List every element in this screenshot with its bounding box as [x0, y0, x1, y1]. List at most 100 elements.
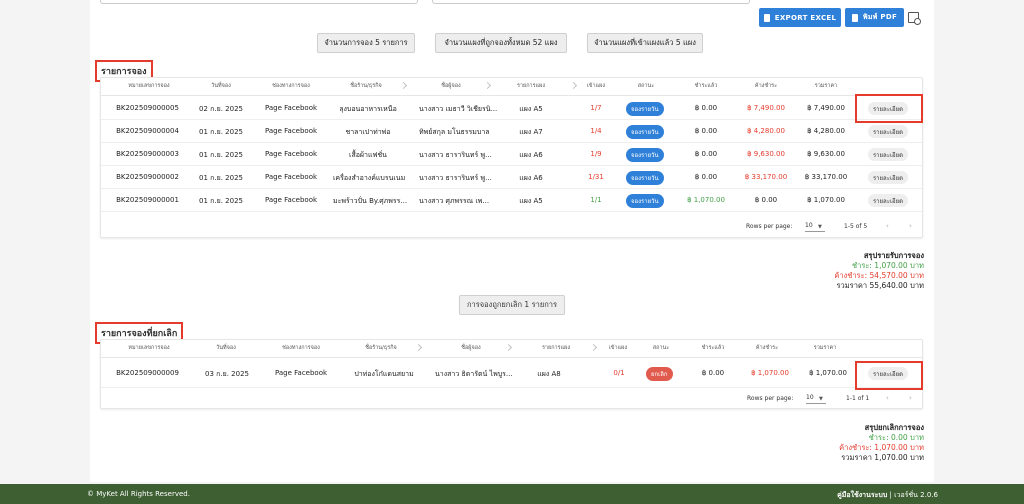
totals-paid: ชำระ: 0.00 บาท [868, 433, 924, 442]
detail-button[interactable]: รายละเอียด [868, 194, 908, 207]
detail-highlight-box [855, 94, 923, 123]
paid-cell: ฿ 0.00 [701, 369, 725, 377]
col-status[interactable]: สถานะ [641, 344, 681, 352]
booking-id-cell: BK202509000004 [116, 127, 179, 135]
stall-total-button[interactable]: จำนวนแผงที่ถูกจองทั้งหมด 52 แผง [435, 33, 567, 53]
top-filter-input-right[interactable] [432, 0, 750, 4]
date-cell: 03 ก.ย. 2025 [205, 370, 249, 378]
prev-page-icon[interactable]: ‹ [886, 222, 889, 230]
resize-handle-icon[interactable] [483, 81, 492, 90]
top-filter-input-left[interactable] [100, 0, 418, 4]
rows-per-page-select[interactable]: 10 [806, 393, 826, 404]
detail-button[interactable]: รายละเอียด [868, 148, 908, 161]
resize-handle-icon[interactable] [589, 343, 598, 352]
next-page-icon[interactable]: › [909, 222, 912, 230]
shop-cell: ลุงบอนอาหารเหนือ [339, 105, 397, 113]
col-paid[interactable]: ชำระแล้ว [686, 82, 726, 90]
table-row[interactable]: BK202509000004 01 ก.ย. 2025 Page Facebook ช… [101, 120, 922, 143]
checkin-cell: 1/31 [588, 173, 604, 181]
booking-count-button[interactable]: จำนวนการจอง 5 รายการ [317, 33, 415, 53]
booker-cell: นางสาว ธารารินทร์ พู... [419, 174, 492, 182]
status-badge: จองรายวัน [626, 148, 664, 162]
resize-handle-icon[interactable] [414, 343, 423, 352]
col-date[interactable]: วันที่จอง [201, 82, 241, 90]
total-cell: ฿ 1,070.00 [809, 369, 847, 377]
stall-cell: แผง A5 [519, 197, 543, 205]
col-booker[interactable]: ชื่อผู้จอง [421, 82, 481, 90]
cancelled-count-button[interactable]: การจองถูกยกเลิก 1 รายการ [459, 295, 565, 315]
stall-checkin-button[interactable]: จำนวนแผงที่เข้าแผงแล้ว 5 แผง [587, 33, 703, 53]
cancelled-table: หมายเลขการจอง วันที่จอง ช่องทางการจอง ชื… [100, 339, 923, 409]
date-cell: 01 ก.ย. 2025 [199, 151, 243, 159]
table-row[interactable]: BK202509000003 01 ก.ย. 2025 Page Facebook เ… [101, 143, 922, 166]
col-checkin[interactable]: เข้าแผง [603, 344, 633, 352]
owe-cell: ฿ 4,280.00 [747, 127, 785, 135]
prev-page-icon[interactable]: ‹ [886, 394, 889, 402]
booking-id-cell: BK202509000003 [116, 150, 179, 158]
col-channel[interactable]: ช่องทางการจอง [261, 82, 321, 90]
document-icon [851, 13, 858, 22]
col-shop[interactable]: ชื่อร้าน/ธุรกิจ [351, 344, 411, 352]
stall-cell: แผง A6 [519, 151, 543, 159]
detail-button[interactable]: รายละเอียด [868, 125, 908, 138]
table-row[interactable]: BK202509000001 01 ก.ย. 2025 Page Facebook ม… [101, 189, 922, 212]
export-excel-button[interactable]: EXPORT EXCEL [759, 8, 841, 27]
col-stall[interactable]: รายการแผง [506, 82, 556, 90]
col-shop[interactable]: ชื่อร้าน/ธุรกิจ [336, 82, 396, 90]
col-owe[interactable]: ค้างชำระ [747, 344, 787, 352]
print-pdf-button[interactable]: พิมพ์ PDF [845, 8, 904, 27]
table-row[interactable]: BK202509000009 03 ก.ย. 2025 Page Facebook ป… [101, 359, 922, 388]
col-booker[interactable]: ชื่อผู้จอง [441, 344, 501, 352]
col-owe[interactable]: ค้างชำระ [746, 82, 786, 90]
cancelled-pagination: Rows per page: 10 ▼ 1-1 of 1 ‹ › [101, 388, 922, 410]
rows-per-page-select[interactable]: 10 [805, 221, 825, 232]
booking-id-cell: BK202509000001 [116, 196, 179, 204]
channel-cell: Page Facebook [264, 150, 318, 158]
shop-cell: เครื่องสำอางค์แบรนเนม [333, 174, 406, 182]
col-status[interactable]: สถานะ [626, 82, 666, 90]
col-total[interactable]: รวมราคา [805, 344, 845, 352]
total-cell: ฿ 4,280.00 [807, 127, 845, 135]
bookings-pagination: Rows per page: 10 ▼ 1-5 of 5 ‹ › [101, 216, 922, 238]
bookings-table: หมายเลขการจอง วันที่จอง ช่องทางการจอง ชื… [100, 77, 923, 238]
checkin-cell: 1/7 [590, 104, 602, 112]
rows-per-page-label: Rows per page: [747, 395, 794, 402]
table-header: หมายเลขการจอง วันที่จอง ช่องทางการจอง ชื… [101, 340, 922, 358]
manual-link[interactable]: คู่มือใช้งานระบบ [837, 491, 887, 499]
next-page-icon[interactable]: › [909, 394, 912, 402]
detail-highlight-box [855, 361, 923, 390]
resize-handle-icon[interactable] [569, 81, 578, 90]
chevron-down-icon: ▼ [819, 396, 823, 402]
totals-heading: สรุปรายรับการจอง [863, 251, 924, 260]
stall-cell: แผง A5 [519, 105, 543, 113]
channel-cell: Page Facebook [264, 196, 318, 204]
channel-cell: Page Facebook [274, 369, 328, 377]
footer: © MyKet All Rights Reserved. คู่มือใช้งา… [0, 484, 1024, 504]
col-checkin[interactable]: เข้าแผง [581, 82, 611, 90]
owe-cell: ฿ 1,070.00 [751, 369, 789, 377]
footer-right: คู่มือใช้งานระบบ | เวอร์ชั่น 2.0.6 [837, 490, 938, 501]
booking-id-cell: BK202509000002 [116, 173, 179, 181]
col-total[interactable]: รวมราคา [806, 82, 846, 90]
col-stall[interactable]: รายการแผง [531, 344, 581, 352]
checkin-cell: 1/9 [590, 150, 602, 158]
status-badge: จองรายวัน [626, 125, 664, 139]
total-cell: ฿ 1,070.00 [807, 196, 845, 204]
table-row[interactable]: BK202509000002 01 ก.ย. 2025 Page Facebook เ… [101, 166, 922, 189]
paid-cell: ฿ 0.00 [694, 104, 718, 112]
col-booking-id[interactable]: หมายเลขการจอง [119, 344, 179, 352]
shop-cell: ปาท่องโก๋แดนสยาม [354, 370, 414, 378]
column-settings-icon[interactable] [908, 12, 921, 25]
col-date[interactable]: วันที่จอง [206, 344, 246, 352]
paid-cell: ฿ 0.00 [694, 150, 718, 158]
table-row[interactable]: BK202509000005 02 ก.ย. 2025 Page Facebook ล… [101, 97, 922, 120]
resize-handle-icon[interactable] [504, 343, 513, 352]
col-paid[interactable]: ชำระแล้ว [693, 344, 733, 352]
channel-cell: Page Facebook [264, 127, 318, 135]
detail-button[interactable]: รายละเอียด [868, 171, 908, 184]
col-booking-id[interactable]: หมายเลขการจอง [119, 82, 179, 90]
stall-cell: แผง A8 [537, 370, 561, 378]
footer-copyright: © MyKet All Rights Reserved. [87, 490, 190, 498]
col-channel[interactable]: ช่องทางการจอง [271, 344, 331, 352]
resize-handle-icon[interactable] [399, 81, 408, 90]
